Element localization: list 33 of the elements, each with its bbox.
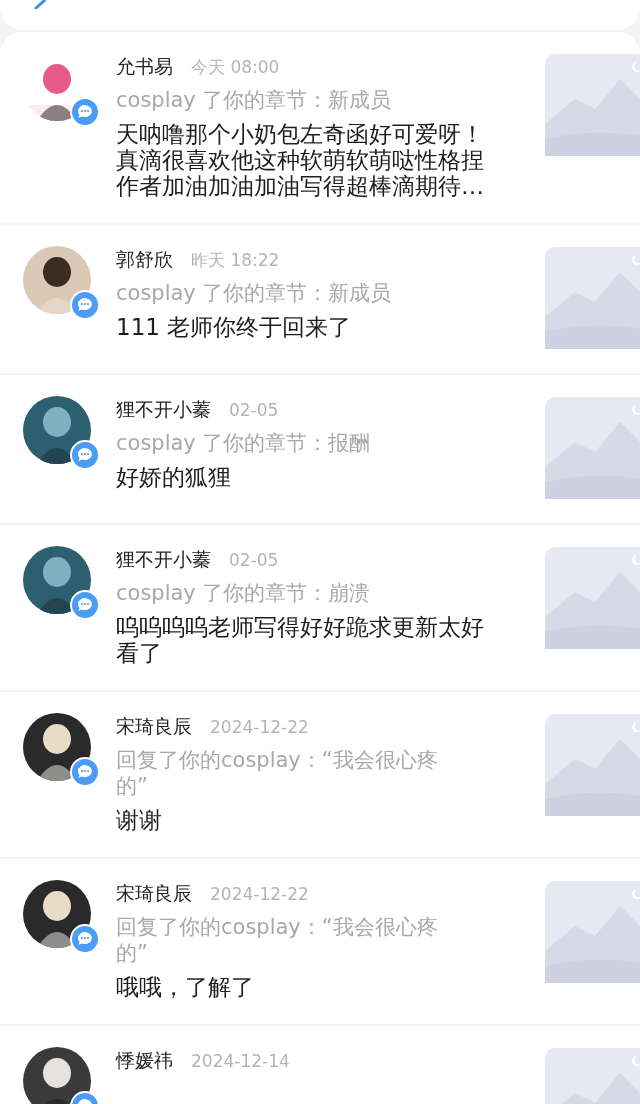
user-name[interactable]: 宋琦良辰 — [116, 714, 192, 740]
comment-text: 好娇的狐狸 — [116, 464, 232, 490]
timestamp: 今天 08:00 — [191, 55, 280, 79]
timestamp: 02-05 — [229, 400, 279, 420]
activity-text: cosplay 了你的章节：报酬 — [116, 430, 372, 456]
activity-text: cosplay 了你的章节：新成员 — [116, 280, 393, 306]
user-name[interactable]: 允书易 — [116, 54, 173, 80]
timestamp: 昨天 18:22 — [191, 248, 280, 272]
user-name[interactable]: 狸不开小蓁 — [116, 397, 211, 423]
notification-row[interactable]: 狸不开小蓁 02-05 cosplay 了你的章节：崩溃 呜呜呜呜老师写得好好跪求更新太好看了 — [0, 525, 640, 690]
notification-row[interactable]: 狸不开小蓁 02-05 cosplay 了你的章节：报酬 好娇的狐狸 — [0, 375, 640, 523]
user-name[interactable]: 悸媛祎 — [116, 1048, 173, 1074]
user-name[interactable]: 宋琦良辰 — [116, 881, 192, 907]
timestamp: 2024-12-22 — [210, 717, 309, 737]
comment-text: 天呐噜那个小奶包左奇函好可爱呀！真滴很喜欢他这种软萌软萌哒性格捏作者加油加油加油写得超棒滴期待… — [116, 121, 485, 199]
activity-text: 回复了你的cosplay：“我会很心疼的” — [116, 914, 439, 966]
timestamp: 2024-12-22 — [210, 884, 309, 904]
user-name[interactable]: 郭舒欣 — [116, 247, 173, 273]
comment-text: 谢谢 — [116, 807, 163, 833]
activity-text: cosplay 了你的章节：崩溃 — [116, 580, 372, 606]
comment-text: 哦哦，了解了 — [116, 974, 255, 1000]
notification-row[interactable]: 郭舒欣 昨天 18:22 cosplay 了你的章节：新成员 111 老师你终于回来了 — [0, 225, 640, 373]
activity-text: cosplay 了你的章节：新成员 — [116, 87, 393, 113]
comment-text: 111 老师你终于回来了 — [116, 314, 353, 340]
timestamp: 02-05 — [229, 550, 279, 570]
user-name[interactable]: 狸不开小蓁 — [116, 547, 211, 573]
notification-row[interactable]: 宋琦良辰 2024-12-22 回复了你的cosplay：“我会很心疼的” 哦哦，了解了 — [0, 859, 640, 1024]
timestamp: 2024-12-14 — [191, 1051, 290, 1071]
comment-text: 呜呜呜呜老师写得好好跪求更新太好看了 — [116, 614, 485, 666]
notification-row[interactable]: 宋琦良辰 2024-12-22 回复了你的cosplay：“我会很心疼的” 谢谢 — [0, 692, 640, 857]
notification-row[interactable]: 悸媛祎 2024-12-14 — [0, 1026, 640, 1104]
activity-text: 回复了你的cosplay：“我会很心疼的” — [116, 747, 439, 799]
notification-row[interactable]: 允书易 今天 08:00 cosplay 了你的章节：新成员 天呐噜那个小奶包左奇函好可爱呀！真滴很喜欢他这种软萌软萌哒性格捏作者加油加油加油写得超棒滴期待… — [0, 32, 640, 223]
